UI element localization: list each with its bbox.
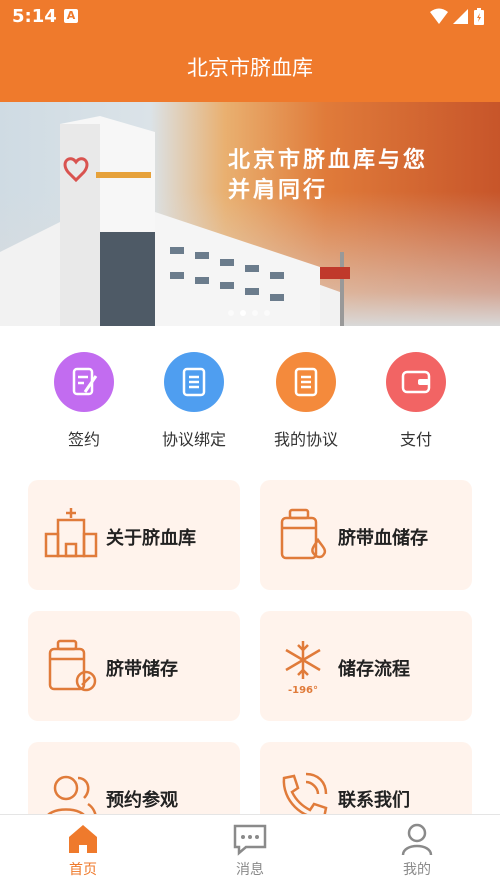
message-icon xyxy=(233,824,267,856)
wallet-icon xyxy=(386,352,446,412)
status-bar: 5:14 A xyxy=(0,0,500,34)
quick-label: 我的协议 xyxy=(273,430,338,449)
card-label: 联系我们 xyxy=(338,790,410,811)
sign-contract-icon xyxy=(54,352,114,412)
card-cord-blood-storage[interactable]: 脐带血储存 xyxy=(260,480,472,590)
card-label: 关于脐血库 xyxy=(106,528,196,549)
quick-my-agreement[interactable]: 我的协议 xyxy=(250,352,362,450)
carousel-dot-active xyxy=(240,310,246,316)
signal-icon xyxy=(453,9,468,24)
hospital-building-icon xyxy=(44,508,98,558)
snowflake-icon: -196° xyxy=(285,641,321,695)
quick-actions: 签约 协议绑定 我的协议 支付 xyxy=(0,326,500,460)
system-icons xyxy=(428,7,490,31)
carousel-dot xyxy=(264,310,270,316)
status-time: 5:14 xyxy=(12,6,57,27)
banner-text: 北京市脐血库与您 并肩同行 xyxy=(228,146,428,206)
app-bar: 北京市脐血库 xyxy=(0,34,500,102)
battery-icon xyxy=(474,8,484,25)
document-icon xyxy=(276,352,336,412)
banner-line2: 并肩同行 xyxy=(228,178,329,203)
quick-sign[interactable]: 签约 xyxy=(28,352,140,450)
document-icon xyxy=(164,352,224,412)
blood-bottle-icon xyxy=(280,508,327,560)
tab-label: 首页 xyxy=(69,862,97,878)
storage-bottle-icon xyxy=(48,639,97,692)
carousel-dots xyxy=(228,301,276,320)
carousel-dot xyxy=(228,310,234,316)
tab-profile[interactable]: 我的 xyxy=(334,815,500,889)
carousel-dot xyxy=(252,310,258,316)
banner-carousel[interactable]: 北京市脐血库与您 并肩同行 xyxy=(0,102,500,326)
tab-bar: 首页 消息 我的 xyxy=(0,814,500,889)
quick-label: 协议绑定 xyxy=(161,430,226,449)
quick-label: 支付 xyxy=(399,430,432,449)
banner-line1: 北京市脐血库与您 xyxy=(228,148,429,173)
quick-agreement-bind[interactable]: 协议绑定 xyxy=(138,352,250,450)
tab-label: 消息 xyxy=(236,862,264,878)
wifi-icon xyxy=(430,8,448,24)
snowflake-temp-text: -196° xyxy=(288,685,318,695)
notification-a-icon: A xyxy=(64,9,78,23)
card-label: 脐带血储存 xyxy=(338,528,428,549)
tab-home[interactable]: 首页 xyxy=(0,815,166,889)
building-illustration xyxy=(0,116,350,326)
home-icon xyxy=(69,825,97,853)
quick-label: 签约 xyxy=(67,430,100,449)
card-label: 预约参观 xyxy=(106,790,178,811)
tab-label: 我的 xyxy=(403,862,431,878)
page-title: 北京市脐血库 xyxy=(187,56,313,80)
card-about[interactable]: 关于脐血库 xyxy=(28,480,240,590)
card-storage-process[interactable]: -196° 储存流程 xyxy=(260,611,472,721)
card-cord-storage[interactable]: 脐带储存 xyxy=(28,611,240,721)
quick-pay[interactable]: 支付 xyxy=(360,352,472,450)
card-label: 脐带储存 xyxy=(106,659,178,680)
profile-icon xyxy=(401,823,433,856)
card-label: 储存流程 xyxy=(338,659,410,680)
tab-messages[interactable]: 消息 xyxy=(167,815,333,889)
